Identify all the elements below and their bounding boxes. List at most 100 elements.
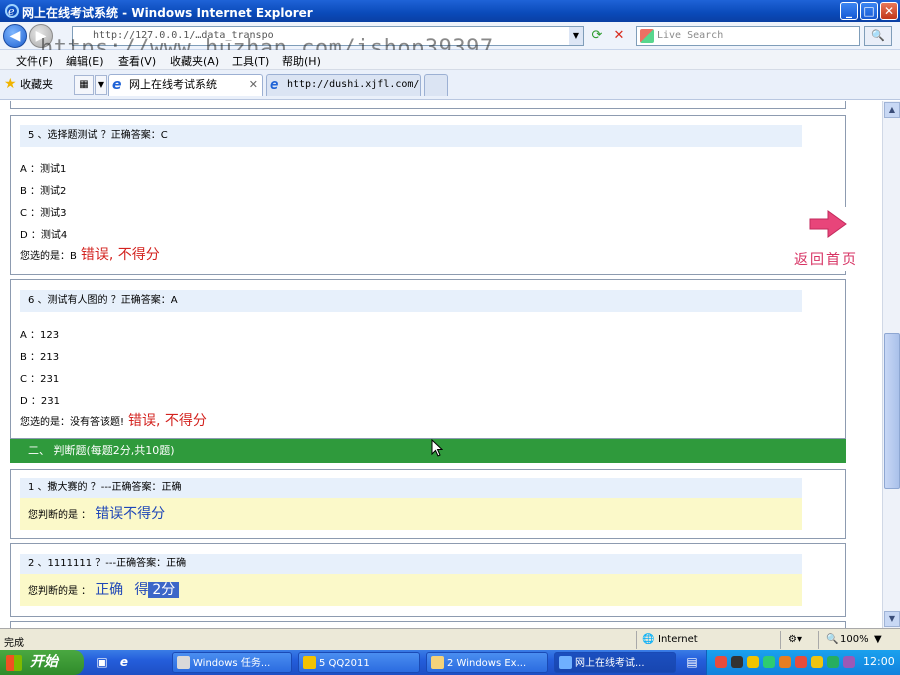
option-d: D ：测试4 — [20, 230, 68, 241]
menu-edit[interactable]: 编辑(E) — [66, 53, 104, 69]
answer-line: 您选的是：没有答该题! 错误, 不得分 — [20, 410, 207, 430]
tray-app-icon[interactable] — [795, 656, 807, 668]
zoom-dropdown-icon[interactable]: ▼ — [874, 634, 882, 645]
mouse-cursor-icon — [431, 438, 444, 461]
address-bar[interactable]: http://127.0.0.1/…data_transpo ▼ — [72, 26, 584, 46]
status-divider — [780, 631, 781, 649]
option-b: B ：213 — [20, 352, 60, 363]
search-box[interactable]: Live Search — [636, 26, 860, 46]
taskbar-item[interactable]: Windows 任务... — [172, 652, 292, 673]
tray-app-icon[interactable] — [843, 656, 855, 668]
status-text: 完成 — [4, 638, 24, 649]
tray-app-icon[interactable] — [715, 656, 727, 668]
maximize-button[interactable]: □ — [860, 2, 878, 20]
score-value: 2分 — [148, 582, 180, 598]
tab-list-dropdown[interactable]: ▼ — [95, 75, 107, 95]
tab-label: http://dushi.xjfl.com/... — [287, 79, 420, 90]
tray-app-icon[interactable] — [763, 656, 775, 668]
window-title-bar[interactable]: e 网上在线考试系统 - Windows Internet Explorer _… — [0, 0, 900, 22]
menu-bar: 文件(F) 编辑(E) 查看(V) 收藏夹(A) 工具(T) 帮助(H) — [0, 50, 900, 70]
tray-app-icon[interactable] — [811, 656, 823, 668]
stop-button[interactable]: ✕ — [610, 27, 628, 45]
protected-mode-icon[interactable]: ⚙▾ — [788, 634, 802, 645]
answer-line: 您选的是：B 错误, 不得分 — [20, 244, 160, 264]
judgement-prefix: 您判断的是 ： — [28, 586, 92, 597]
judgement-card: 1 、撒大赛的 ？---正确答案：正确 您判断的是 ：错误不得分 — [10, 469, 846, 539]
language-bar-icon[interactable]: ▤ — [684, 654, 700, 670]
zoom-level[interactable]: 100% — [840, 634, 869, 645]
back-home-button[interactable]: 返回首页 — [788, 207, 868, 271]
taskbar: 开始 ▣ e Windows 任务... 5 QQ2011 2 Windows … — [0, 650, 900, 675]
scroll-up-button[interactable]: ▲ — [884, 102, 900, 118]
forward-arrow-icon: ▶ — [35, 28, 47, 44]
menu-file[interactable]: 文件(F) — [16, 53, 53, 69]
menu-favorites[interactable]: 收藏夹(A) — [170, 53, 219, 69]
scroll-down-button[interactable]: ▼ — [884, 611, 900, 627]
quick-tabs-button[interactable]: ▦ — [74, 75, 94, 95]
option-b: B ：测试2 — [20, 186, 67, 197]
tab-bar: ★ 收藏夹 ▦ ▼ e 网上在线考试系统 ✕ e http://dushi.xj… — [0, 70, 900, 100]
tray-app-icon[interactable] — [827, 656, 839, 668]
status-zone: Internet — [658, 634, 698, 645]
taskbar-item[interactable]: 2 Windows Ex... — [426, 652, 548, 673]
zoom-icon: 🔍 — [826, 634, 839, 645]
minimize-button[interactable]: _ — [840, 2, 858, 20]
window-title: 网上在线考试系统 - Windows Internet Explorer — [22, 6, 313, 20]
back-home-label: 返回首页 — [794, 252, 858, 268]
task-manager-icon — [177, 656, 190, 669]
judgement-verdict: 正确 — [95, 582, 124, 598]
question-card-partial — [10, 621, 846, 628]
folder-quicklaunch-icon[interactable]: ▣ — [94, 654, 110, 670]
favorites-button[interactable]: ★ 收藏夹 — [4, 76, 53, 92]
close-window-button[interactable]: ✕ — [880, 2, 898, 20]
back-button[interactable]: ◀ — [3, 24, 27, 48]
refresh-button[interactable]: ⟳ — [588, 27, 606, 45]
option-d: D ：231 — [20, 396, 60, 407]
taskbar-item[interactable]: 5 QQ2011 — [298, 652, 420, 673]
option-c: C ：231 — [20, 374, 60, 385]
address-dropdown-button[interactable]: ▼ — [569, 27, 583, 45]
option-a: A ：123 — [20, 330, 60, 341]
task-label: Windows 任务... — [193, 658, 271, 669]
tray-app-icon[interactable] — [747, 656, 759, 668]
answer-prefix: 您选的是：B — [20, 251, 77, 262]
question-card: 5 、选择题测试 ？正确答案：C A ：测试1 B ：测试2 C ：测试3 D … — [10, 115, 846, 275]
svg-text:e: e — [8, 5, 15, 18]
judgement-verdict: 错误不得分 — [95, 506, 166, 522]
judgement-prefix: 您判断的是 ： — [28, 510, 92, 521]
search-button[interactable]: 🔍 — [864, 26, 892, 46]
system-clock[interactable]: 12:00 — [863, 655, 895, 668]
start-button[interactable]: 开始 — [0, 650, 84, 675]
tab-dushi[interactable]: e http://dushi.xjfl.com/... — [266, 74, 421, 96]
ie-logo-icon: e — [4, 3, 20, 19]
navigation-bar: ◀ ▶ http://127.0.0.1/…data_transpo ▼ ⟳ ✕… — [0, 22, 900, 61]
task-label: 5 QQ2011 — [319, 658, 370, 669]
search-placeholder: Live Search — [657, 30, 724, 41]
tab-label: 网上在线考试系统 — [129, 78, 217, 91]
tray-app-icon[interactable] — [779, 656, 791, 668]
menu-tools[interactable]: 工具(T) — [232, 53, 269, 69]
page-viewport: 5 、选择题测试 ？正确答案：C A ：测试1 B ：测试2 C ：测试3 D … — [0, 101, 882, 628]
menu-help[interactable]: 帮助(H) — [282, 53, 321, 69]
star-icon: ★ — [4, 76, 17, 92]
close-tab-icon[interactable]: ✕ — [249, 75, 258, 95]
live-search-icon — [640, 29, 654, 43]
status-divider — [818, 631, 819, 649]
start-label: 开始 — [30, 654, 58, 670]
taskbar-item-active[interactable]: 网上在线考试... — [554, 652, 676, 673]
section-header-judgement: 二、 判断题(每题2分,共10题) — [10, 439, 846, 463]
tray-app-icon[interactable] — [731, 656, 743, 668]
folder-icon — [431, 656, 444, 669]
judgement-header: 2 、1111111 ？---正确答案：正确 — [20, 554, 802, 574]
scroll-thumb[interactable] — [884, 333, 900, 489]
answer-prefix: 您选的是：没有答该题! — [20, 417, 125, 428]
menu-view[interactable]: 查看(V) — [118, 53, 156, 69]
forward-button[interactable]: ▶ — [29, 24, 53, 48]
tab-exam-system[interactable]: e 网上在线考试系统 ✕ — [108, 74, 263, 96]
globe-icon: 🌐 — [642, 634, 655, 645]
system-tray: 12:00 — [706, 650, 900, 675]
ie-quicklaunch-icon[interactable]: e — [116, 654, 132, 670]
option-a: A ：测试1 — [20, 164, 67, 175]
vertical-scrollbar[interactable]: ▲ ▼ — [882, 101, 900, 628]
new-tab-button[interactable] — [424, 74, 448, 96]
